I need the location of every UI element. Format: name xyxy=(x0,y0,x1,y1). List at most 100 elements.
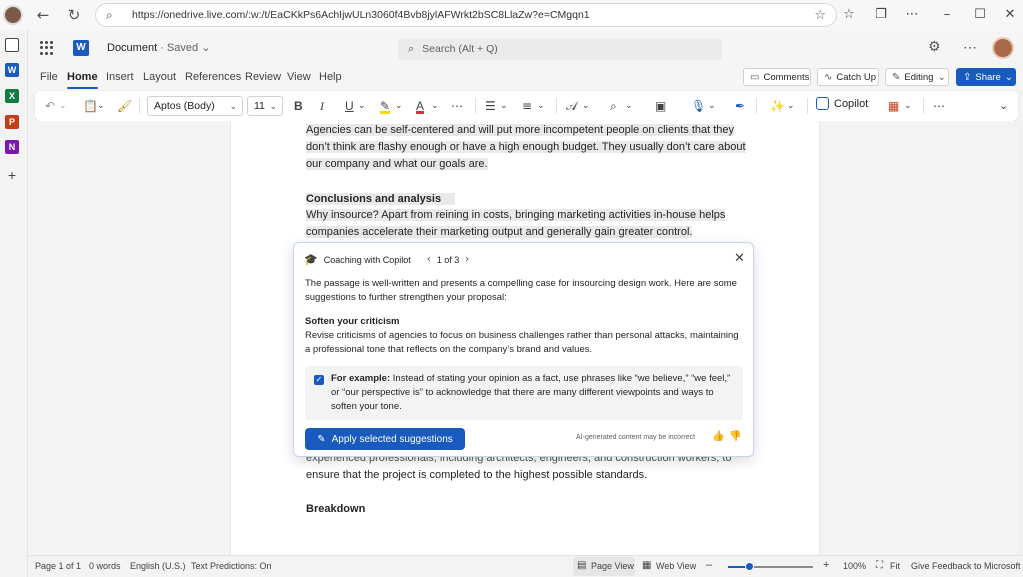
suggestion-checkbox[interactable]: ✓ xyxy=(314,375,324,385)
zoom-level[interactable]: 100% xyxy=(843,561,866,571)
back-arrow-icon[interactable]: ← xyxy=(34,6,52,24)
more-icon[interactable]: ⋯ xyxy=(963,39,977,56)
next-suggestion-icon[interactable]: › xyxy=(465,254,469,265)
copilot-app-icon[interactable] xyxy=(5,38,19,52)
document-heading[interactable]: Breakdown xyxy=(306,503,365,515)
feedback-link[interactable]: Give Feedback to Microsoft xyxy=(911,561,1021,571)
search-input[interactable]: ⌕ Search (Alt + Q) xyxy=(398,38,722,60)
tab-references[interactable]: References xyxy=(185,71,241,83)
refresh-icon[interactable]: ↻ xyxy=(65,6,83,24)
close-icon[interactable]: ✕ xyxy=(734,251,745,266)
designer-wand-icon[interactable]: ✨ xyxy=(770,98,785,114)
font-size-dropdown[interactable]: 11 ⌄ xyxy=(247,96,283,116)
addins-icon[interactable]: ▦ xyxy=(888,98,899,114)
minimize-icon[interactable]: – xyxy=(938,6,956,24)
word-count[interactable]: 0 words xyxy=(89,561,121,571)
undo-icon[interactable]: ↶ xyxy=(45,98,55,114)
word-app-icon[interactable]: W xyxy=(5,63,19,77)
app-launcher-icon[interactable] xyxy=(40,41,54,55)
powerpoint-app-icon[interactable]: P xyxy=(5,115,19,129)
bullets-dropdown-icon[interactable]: ⌄ xyxy=(500,98,508,114)
web-view-icon[interactable]: ▦ xyxy=(642,560,651,571)
document-paragraph[interactable]: Agencies can be self-centered and will p… xyxy=(306,122,746,173)
align-icon[interactable]: ≡ xyxy=(522,98,532,114)
add-app-icon[interactable]: + xyxy=(5,168,19,182)
tab-home[interactable]: Home xyxy=(67,71,98,89)
fit-button[interactable]: Fit xyxy=(890,561,900,571)
excel-app-icon[interactable]: X xyxy=(5,89,19,103)
collections-icon[interactable]: ❐ xyxy=(872,6,890,24)
find-dropdown-icon[interactable]: ⌄ xyxy=(625,98,633,114)
dictate-microphone-icon[interactable]: 🎙 xyxy=(691,98,706,114)
address-bar[interactable]: ⌕ https://onedrive.live.com/:w:/t/EaCKkP… xyxy=(95,3,837,27)
url-text[interactable]: https://onedrive.live.com/:w:/t/EaCKkPs6… xyxy=(132,9,590,21)
more-format-icon[interactable]: ⋯ xyxy=(451,98,463,114)
tab-insert[interactable]: Insert xyxy=(106,71,134,83)
catch-up-button[interactable]: ∿ Catch Up xyxy=(817,68,879,86)
underline-button[interactable]: U xyxy=(345,98,354,114)
styles-dropdown-icon[interactable]: ⌄ xyxy=(582,98,590,114)
previous-suggestion-icon[interactable]: ‹ xyxy=(427,254,431,265)
thumbs-down-icon[interactable]: 👎 xyxy=(729,431,741,442)
zoom-out-button[interactable]: – xyxy=(706,559,712,571)
tab-help[interactable]: Help xyxy=(319,71,342,83)
tab-review[interactable]: Review xyxy=(245,71,281,83)
page-view-button[interactable]: Page View xyxy=(591,561,634,571)
undo-dropdown-icon[interactable]: ⌄ xyxy=(59,98,67,114)
document-heading[interactable]: Conclusions and analysis xyxy=(306,193,456,205)
text-predictions-status[interactable]: Text Predictions: On xyxy=(191,561,272,571)
zoom-in-button[interactable]: + xyxy=(823,559,829,571)
page-view-icon[interactable]: ▤ xyxy=(577,560,586,571)
settings-gear-icon[interactable]: ⚙ xyxy=(928,39,941,55)
document-paragraph[interactable]: ensure that the project is completed to … xyxy=(306,467,746,484)
editing-mode-button[interactable]: ✎ Editing ⌄ xyxy=(885,68,949,86)
addins-dropdown-icon[interactable]: ⌄ xyxy=(904,98,912,114)
dictate-dropdown-icon[interactable]: ⌄ xyxy=(708,98,716,114)
document-paragraph[interactable]: Why insource? Apart from reining in cost… xyxy=(306,207,746,241)
comments-button[interactable]: ▭ Comments xyxy=(743,68,811,86)
copilot-button[interactable]: Copilot xyxy=(816,97,868,110)
immersive-reader-icon[interactable]: ▣ xyxy=(655,98,666,114)
browser-profile-avatar[interactable] xyxy=(3,5,23,25)
align-dropdown-icon[interactable]: ⌄ xyxy=(537,98,545,114)
editor-icon[interactable]: ✒ xyxy=(735,98,745,114)
fit-icon[interactable]: ⛶ xyxy=(876,560,883,571)
share-button[interactable]: ⇪ Share ⌄ xyxy=(956,68,1016,86)
maximize-icon[interactable]: ☐ xyxy=(971,6,989,24)
thumbs-up-icon[interactable]: 👍 xyxy=(712,431,724,442)
highlight-icon[interactable]: ✎ xyxy=(380,98,391,114)
bullets-icon[interactable]: ☰ xyxy=(485,98,496,114)
paste-icon[interactable]: 📋 xyxy=(83,98,98,114)
collapse-ribbon-icon[interactable]: ⌄ xyxy=(999,98,1008,114)
close-window-icon[interactable]: ✕ xyxy=(1001,6,1019,24)
italic-button[interactable]: I xyxy=(320,98,324,114)
more-options-icon[interactable]: ⋯ xyxy=(903,6,921,24)
zoom-slider[interactable] xyxy=(728,562,813,571)
user-avatar[interactable] xyxy=(992,37,1014,59)
zoom-slider-thumb[interactable] xyxy=(745,562,755,571)
more-toolbar-icon[interactable]: ⋯ xyxy=(933,98,945,114)
bold-button[interactable]: B xyxy=(294,98,303,114)
language-status[interactable]: English (U.S.) xyxy=(130,561,186,571)
apply-suggestions-button[interactable]: ✎ Apply selected suggestions xyxy=(305,428,465,450)
highlight-dropdown-icon[interactable]: ⌄ xyxy=(395,98,403,114)
paste-dropdown-icon[interactable]: ⌄ xyxy=(97,98,105,114)
find-icon[interactable]: ⌕ xyxy=(610,98,617,114)
onenote-app-icon[interactable]: N xyxy=(5,140,19,154)
tab-layout[interactable]: Layout xyxy=(143,71,176,83)
format-painter-icon[interactable]: 🖌 xyxy=(117,98,132,114)
underline-dropdown-icon[interactable]: ⌄ xyxy=(358,98,366,114)
font-color-dropdown-icon[interactable]: ⌄ xyxy=(431,98,439,114)
document-title[interactable]: Document · Saved ⌄ xyxy=(107,41,210,54)
font-color-icon[interactable]: A xyxy=(416,98,425,114)
web-view-button[interactable]: Web View xyxy=(656,561,696,571)
add-favorite-icon[interactable]: ☆ xyxy=(814,8,826,23)
favorites-icon[interactable]: ☆ xyxy=(840,6,858,24)
font-name-dropdown[interactable]: Aptos (Body) ⌄ xyxy=(147,96,243,116)
tab-file[interactable]: File xyxy=(40,71,58,83)
document-scrollbar[interactable] xyxy=(1018,121,1023,555)
example-suggestion[interactable]: ✓ For example: Instead of stating your o… xyxy=(305,366,743,420)
designer-dropdown-icon[interactable]: ⌄ xyxy=(787,98,795,114)
styles-icon[interactable]: 𝒜 xyxy=(566,98,577,114)
tab-view[interactable]: View xyxy=(287,71,311,83)
